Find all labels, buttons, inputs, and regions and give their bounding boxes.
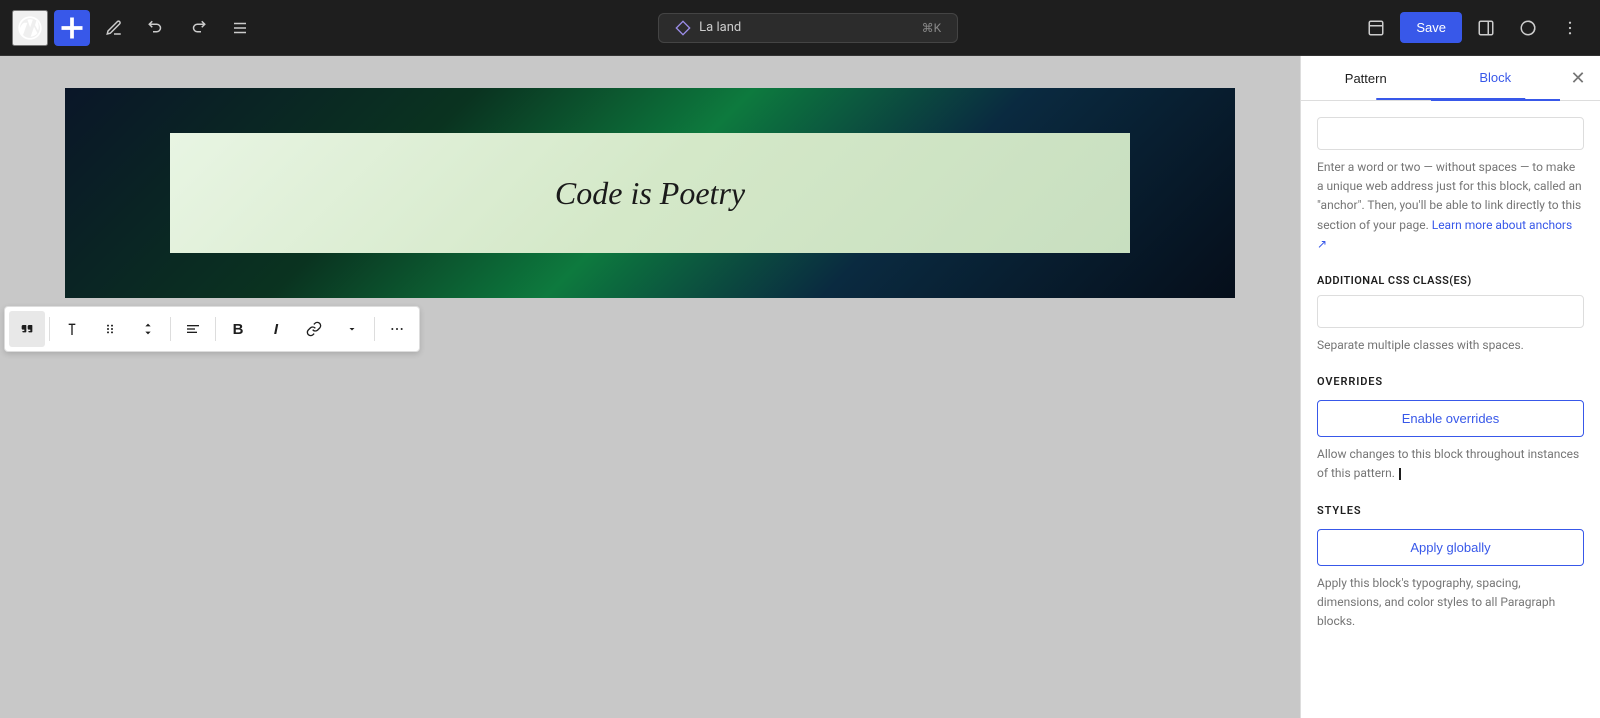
sidebar-toggle-button[interactable] <box>1468 10 1504 46</box>
tab-block[interactable]: Block <box>1431 56 1561 101</box>
toolbar-divider-2 <box>170 317 171 341</box>
redo-button[interactable] <box>180 10 216 46</box>
tools-button[interactable] <box>96 10 132 46</box>
undo-button[interactable] <box>138 10 174 46</box>
list-view-button[interactable] <box>222 10 258 46</box>
overrides-description: Allow changes to this block throughout i… <box>1317 445 1584 483</box>
styles-field-group: STYLES Apply globally Apply this block's… <box>1317 504 1584 632</box>
banner-text: Code is Poetry <box>555 175 745 212</box>
sidebar-body: Enter a word or two — without spaces — t… <box>1301 101 1600 718</box>
toolbar-divider-4 <box>374 317 375 341</box>
css-class-label: ADDITIONAL CSS CLASS(ES) <box>1317 274 1584 287</box>
banner-block[interactable]: Code is Poetry <box>65 88 1235 298</box>
wordpress-logo-button[interactable] <box>12 10 48 46</box>
more-options-button[interactable] <box>1552 10 1588 46</box>
command-bar-shortcut: ⌘K <box>922 21 942 35</box>
quote-type-button[interactable] <box>9 311 45 347</box>
move-up-down-button[interactable] <box>130 311 166 347</box>
overrides-field-group: OVERRIDES Enable overrides Allow changes… <box>1317 375 1584 483</box>
css-class-description: Separate multiple classes with spaces. <box>1317 336 1584 355</box>
sidebar: Pattern Block ✕ Enter a word or two — wi… <box>1300 56 1600 718</box>
enable-overrides-button[interactable]: Enable overrides <box>1317 400 1584 437</box>
canvas-content: Code is Poetry <box>65 88 1235 298</box>
styles-description: Apply this block's typography, spacing, … <box>1317 574 1584 632</box>
more-block-options-button[interactable] <box>379 311 415 347</box>
add-block-button[interactable] <box>54 10 90 46</box>
link-options-dropdown[interactable] <box>334 311 370 347</box>
toolbar-divider-1 <box>49 317 50 341</box>
link-button[interactable] <box>296 311 332 347</box>
diamond-icon <box>675 20 691 36</box>
tab-pattern[interactable]: Pattern <box>1301 57 1431 100</box>
banner-inner: Code is Poetry <box>170 133 1131 253</box>
align-button[interactable] <box>175 311 211 347</box>
css-class-field-group: ADDITIONAL CSS CLASS(ES) Separate multip… <box>1317 274 1584 355</box>
anchor-field-group: Enter a word or two — without spaces — t… <box>1317 117 1584 254</box>
apply-globally-button[interactable]: Apply globally <box>1317 529 1584 566</box>
drag-handle-button[interactable] <box>92 311 128 347</box>
paragraph-button[interactable] <box>54 311 90 347</box>
command-bar-label: La land <box>699 20 741 35</box>
canvas-area: Code is Poetry <box>0 56 1300 718</box>
bold-button[interactable]: B <box>220 311 256 347</box>
topbar-center: La land ⌘K <box>266 13 1350 43</box>
cursor-indicator <box>1399 468 1401 480</box>
italic-button[interactable]: I <box>258 311 294 347</box>
styles-section-title: STYLES <box>1317 504 1584 517</box>
main-area: Code is Poetry <box>0 56 1600 718</box>
topbar-left <box>12 10 258 46</box>
topbar-right: Save <box>1358 10 1588 46</box>
style-button[interactable] <box>1510 10 1546 46</box>
command-bar[interactable]: La land ⌘K <box>658 13 958 43</box>
sidebar-header: Pattern Block ✕ <box>1301 56 1600 101</box>
overrides-section-title: OVERRIDES <box>1317 375 1584 388</box>
topbar: La land ⌘K Save <box>0 0 1600 56</box>
block-toolbar: B I <box>4 306 420 352</box>
css-class-input[interactable] <box>1317 295 1584 328</box>
close-sidebar-button[interactable]: ✕ <box>1560 60 1596 96</box>
view-button[interactable] <box>1358 10 1394 46</box>
toolbar-divider-3 <box>215 317 216 341</box>
anchor-description: Enter a word or two — without spaces — t… <box>1317 158 1584 254</box>
anchor-input[interactable] <box>1317 117 1584 150</box>
save-button[interactable]: Save <box>1400 12 1462 43</box>
